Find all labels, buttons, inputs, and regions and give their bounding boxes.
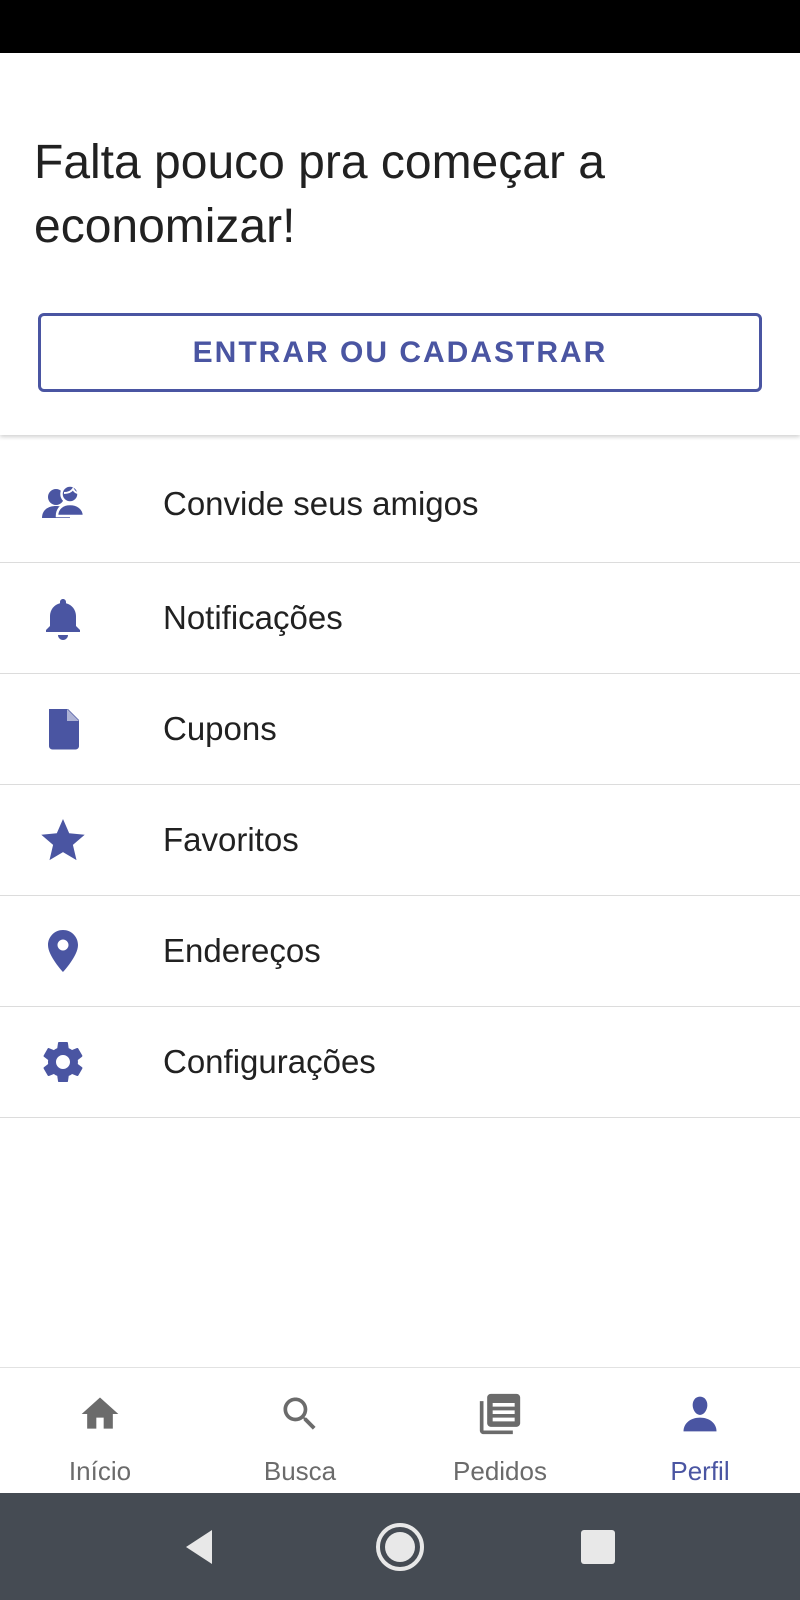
login-or-signup-button[interactable]: ENTRAR OU CADASTRAR <box>38 313 762 392</box>
location-pin-icon <box>38 926 88 976</box>
nav-tab-orders[interactable]: Pedidos <box>400 1368 600 1494</box>
menu-item-invite-friends[interactable]: Convide seus amigos <box>0 446 800 563</box>
recents-button[interactable] <box>570 1519 626 1575</box>
profile-menu: Convide seus amigos Notificações Cupons … <box>0 446 800 1118</box>
status-bar <box>0 0 800 53</box>
orders-list-icon <box>478 1392 522 1436</box>
gear-icon <box>38 1037 88 1087</box>
menu-item-label: Endereços <box>163 932 321 969</box>
menu-item-label: Convide seus amigos <box>163 485 479 522</box>
home-circle-icon <box>376 1523 424 1571</box>
nav-tab-label: Pedidos <box>453 1456 547 1486</box>
menu-item-addresses[interactable]: Endereços <box>0 896 800 1007</box>
system-navigation-bar <box>0 1493 800 1600</box>
nav-tab-profile[interactable]: Perfil <box>600 1368 800 1494</box>
bell-icon <box>38 593 88 643</box>
bottom-navigation: Início Busca Pedidos Perfil <box>0 1367 800 1493</box>
menu-item-coupons[interactable]: Cupons <box>0 674 800 785</box>
recents-square-icon <box>581 1530 615 1564</box>
star-icon <box>38 815 88 865</box>
nav-tab-label: Busca <box>263 1456 337 1486</box>
home-system-button[interactable] <box>372 1519 428 1575</box>
nav-tab-label: Perfil <box>670 1456 730 1486</box>
nav-tab-home[interactable]: Início <box>0 1368 200 1494</box>
back-triangle-icon <box>186 1530 212 1564</box>
page-title: Falta pouco pra começar a economizar! <box>34 136 605 253</box>
nav-tab-search[interactable]: Busca <box>200 1368 400 1494</box>
login-button-label: ENTRAR OU CADASTRAR <box>192 335 608 369</box>
invite-friends-icon <box>38 479 88 529</box>
back-button[interactable] <box>172 1519 228 1575</box>
home-icon <box>78 1392 122 1436</box>
login-header: Falta pouco pra começar a economizar! EN… <box>0 53 800 435</box>
menu-item-label: Notificações <box>163 599 343 636</box>
menu-item-label: Favoritos <box>163 821 299 858</box>
menu-item-settings[interactable]: Configurações <box>0 1007 800 1118</box>
menu-item-label: Cupons <box>163 710 277 747</box>
coupon-document-icon <box>38 704 88 754</box>
menu-item-notifications[interactable]: Notificações <box>0 563 800 674</box>
menu-item-label: Configurações <box>163 1043 376 1080</box>
nav-tab-label: Início <box>68 1456 132 1486</box>
search-icon <box>278 1392 322 1436</box>
menu-item-favorites[interactable]: Favoritos <box>0 785 800 896</box>
profile-icon <box>678 1392 722 1436</box>
